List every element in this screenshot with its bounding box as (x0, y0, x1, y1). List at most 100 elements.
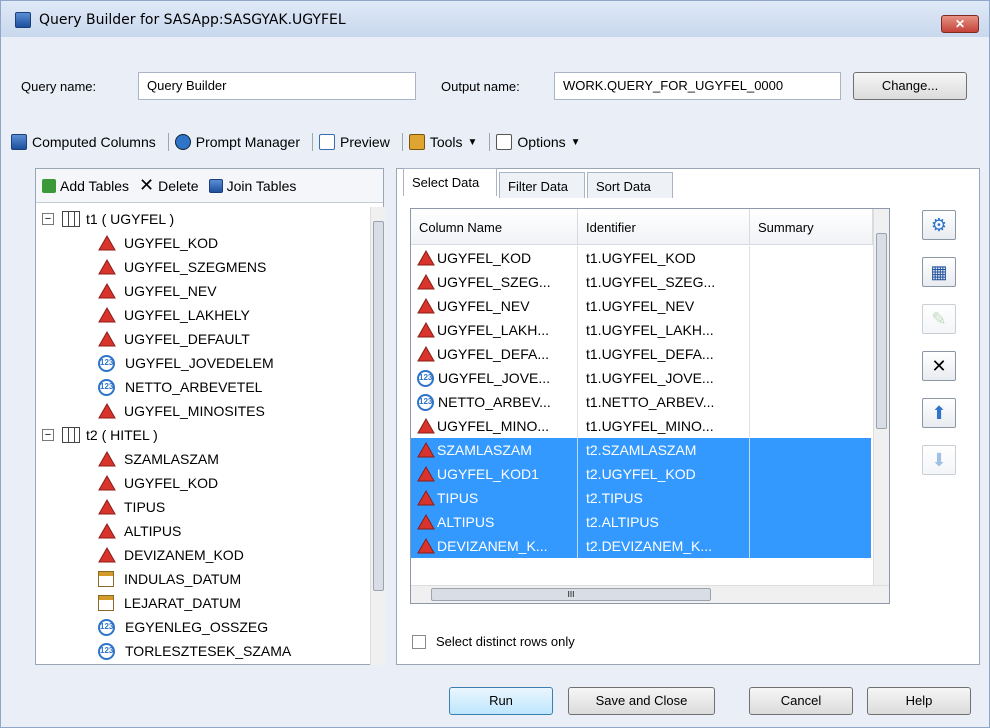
grid-cell-summary[interactable] (750, 534, 871, 558)
cancel-button[interactable]: Cancel (749, 687, 853, 715)
tree-column-node[interactable]: 123 TORLESZTESEK_SZAMA (98, 639, 291, 663)
options-menu[interactable]: Options ▼ (496, 134, 581, 150)
grid-row[interactable]: UGYFEL_MINO... t1.UGYFEL_MINO... (411, 414, 871, 438)
grid-cell-name[interactable]: UGYFEL_KOD1 (411, 462, 578, 486)
grid-hscroll-thumb[interactable]: III (431, 588, 711, 601)
grid-vertical-scrollbar[interactable] (873, 209, 889, 585)
add-computed-button[interactable]: ⚙ (922, 210, 956, 240)
tree-column-node[interactable]: UGYFEL_LAKHELY (98, 303, 250, 327)
join-tables-button[interactable]: Join Tables (227, 178, 297, 194)
help-button[interactable]: Help (867, 687, 971, 715)
add-tables-button[interactable]: Add Tables (60, 178, 129, 194)
tools-menu[interactable]: Tools ▼ (408, 134, 477, 150)
grid-cell-identifier[interactable]: t1.UGYFEL_KOD (578, 246, 750, 270)
grid-cell-identifier[interactable]: t1.UGYFEL_LAKH... (578, 318, 750, 342)
grid-row[interactable]: 123 NETTO_ARBEV... t1.NETTO_ARBEV... (411, 390, 871, 414)
edit-button[interactable]: ✎ (922, 304, 956, 334)
tree-column-node[interactable]: 123 NETTO_ARBEVETEL (98, 375, 262, 399)
tree-column-node[interactable]: TIPUS (98, 495, 165, 519)
grid-row[interactable]: UGYFEL_KOD1 t2.UGYFEL_KOD (411, 462, 871, 486)
change-button[interactable]: Change... (853, 72, 967, 100)
grid-cell-name[interactable]: 123 NETTO_ARBEV... (411, 390, 578, 414)
move-up-button[interactable]: ⬆ (922, 398, 956, 428)
tab-select-data[interactable]: Select Data (403, 168, 497, 196)
grid-cell-summary[interactable] (750, 510, 871, 534)
grid-cell-summary[interactable] (750, 390, 871, 414)
grid-cell-identifier[interactable]: t1.UGYFEL_SZEG... (578, 270, 750, 294)
grid-cell-summary[interactable] (750, 246, 871, 270)
grid-cell-name[interactable]: ALTIPUS (411, 510, 578, 534)
grid-row[interactable]: TIPUS t2.TIPUS (411, 486, 871, 510)
tree-scroll-thumb[interactable] (373, 221, 384, 591)
grid-cell-identifier[interactable]: t2.UGYFEL_KOD (578, 462, 750, 486)
grid-cell-identifier[interactable]: t1.UGYFEL_MINO... (578, 414, 750, 438)
grid-cell-summary[interactable] (750, 462, 871, 486)
collapse-icon[interactable]: − (42, 213, 54, 225)
tree-column-node[interactable]: 123 UGYFEL_JOVEDELEM (98, 351, 274, 375)
column-header-name[interactable]: Column Name (411, 209, 578, 245)
save-and-close-button[interactable]: Save and Close (568, 687, 715, 715)
grid-row[interactable]: DEVIZANEM_K... t2.DEVIZANEM_K... (411, 534, 871, 558)
tree-column-node[interactable]: INDULAS_DATUM (98, 567, 241, 591)
tree-column-node[interactable]: DEVIZANEM_KOD (98, 543, 244, 567)
grid-cell-name[interactable]: UGYFEL_LAKH... (411, 318, 578, 342)
grid-cell-summary[interactable] (750, 318, 871, 342)
grid-row[interactable]: UGYFEL_DEFA... t1.UGYFEL_DEFA... (411, 342, 871, 366)
tree-column-node[interactable]: UGYFEL_NEV (98, 279, 217, 303)
grid-cell-identifier[interactable]: t2.TIPUS (578, 486, 750, 510)
column-header-identifier[interactable]: Identifier (578, 209, 750, 245)
distinct-rows-option[interactable]: Select distinct rows only (412, 634, 575, 649)
run-button[interactable]: Run (449, 687, 553, 715)
tab-filter-data[interactable]: Filter Data (499, 172, 585, 198)
tree-column-node[interactable]: UGYFEL_KOD (98, 231, 218, 255)
grid-horizontal-scrollbar[interactable]: III (411, 585, 889, 603)
grid-cell-identifier[interactable]: t1.UGYFEL_DEFA... (578, 342, 750, 366)
tree-column-node[interactable]: SZAMLASZAM (98, 447, 219, 471)
grid-cell-summary[interactable] (750, 270, 871, 294)
grid-row[interactable]: UGYFEL_SZEG... t1.UGYFEL_SZEG... (411, 270, 871, 294)
grid-cell-summary[interactable] (750, 486, 871, 510)
computed-columns-button[interactable]: Computed Columns (11, 134, 156, 150)
grid-cell-identifier[interactable]: t1.NETTO_ARBEV... (578, 390, 750, 414)
tree-scrollbar[interactable] (370, 207, 385, 665)
grid-cell-name[interactable]: UGYFEL_KOD (411, 246, 578, 270)
collapse-icon[interactable]: − (42, 429, 54, 441)
grid-row[interactable]: SZAMLASZAM t2.SZAMLASZAM (411, 438, 871, 462)
grid-cell-name[interactable]: SZAMLASZAM (411, 438, 578, 462)
grid-cell-summary[interactable] (750, 366, 871, 390)
tree-column-node[interactable]: UGYFEL_SZEGMENS (98, 255, 266, 279)
output-name-field[interactable]: WORK.QUERY_FOR_UGYFEL_0000 (554, 72, 841, 100)
delete-button[interactable]: Delete (158, 178, 198, 194)
column-header-summary[interactable]: Summary (750, 209, 873, 245)
tree-table-node[interactable]: − t1 ( UGYFEL ) (42, 207, 174, 231)
grid-cell-identifier[interactable]: t2.ALTIPUS (578, 510, 750, 534)
grid-cell-name[interactable]: UGYFEL_SZEG... (411, 270, 578, 294)
grid-cell-summary[interactable] (750, 414, 871, 438)
close-button[interactable]: ✕ (941, 15, 979, 33)
tree-column-node[interactable]: LEJARAT_DATUM (98, 591, 241, 615)
tree-column-node[interactable]: 123 EGYENLEG_OSSZEG (98, 615, 268, 639)
grid-cell-summary[interactable] (750, 438, 871, 462)
grid-cell-summary[interactable] (750, 294, 871, 318)
distinct-rows-checkbox[interactable] (412, 634, 426, 649)
tree-column-node[interactable]: UGYFEL_MINOSITES (98, 399, 265, 423)
grid-cell-identifier[interactable]: t2.SZAMLASZAM (578, 438, 750, 462)
grid-row[interactable]: UGYFEL_LAKH... t1.UGYFEL_LAKH... (411, 318, 871, 342)
preview-button[interactable]: Preview (319, 134, 390, 150)
remove-column-button[interactable]: ✕ (922, 351, 956, 381)
tree-table-node[interactable]: − t2 ( HITEL ) (42, 423, 158, 447)
grid-cell-identifier[interactable]: t1.UGYFEL_JOVE... (578, 366, 750, 390)
grid-row[interactable]: UGYFEL_NEV t1.UGYFEL_NEV (411, 294, 871, 318)
grid-row[interactable]: ALTIPUS t2.ALTIPUS (411, 510, 871, 534)
tree-column-node[interactable]: UGYFEL_DEFAULT (98, 327, 250, 351)
tree-column-node[interactable]: UGYFEL_KOD (98, 471, 218, 495)
calculator-button[interactable]: ▦ (922, 257, 956, 287)
tab-sort-data[interactable]: Sort Data (587, 172, 673, 198)
grid-cell-name[interactable]: UGYFEL_MINO... (411, 414, 578, 438)
grid-cell-name[interactable]: 123 UGYFEL_JOVE... (411, 366, 578, 390)
move-down-button[interactable]: ⬇ (922, 445, 956, 475)
grid-cell-summary[interactable] (750, 342, 871, 366)
grid-cell-name[interactable]: DEVIZANEM_K... (411, 534, 578, 558)
grid-scroll-thumb[interactable] (876, 233, 887, 429)
grid-cell-identifier[interactable]: t2.DEVIZANEM_K... (578, 534, 750, 558)
